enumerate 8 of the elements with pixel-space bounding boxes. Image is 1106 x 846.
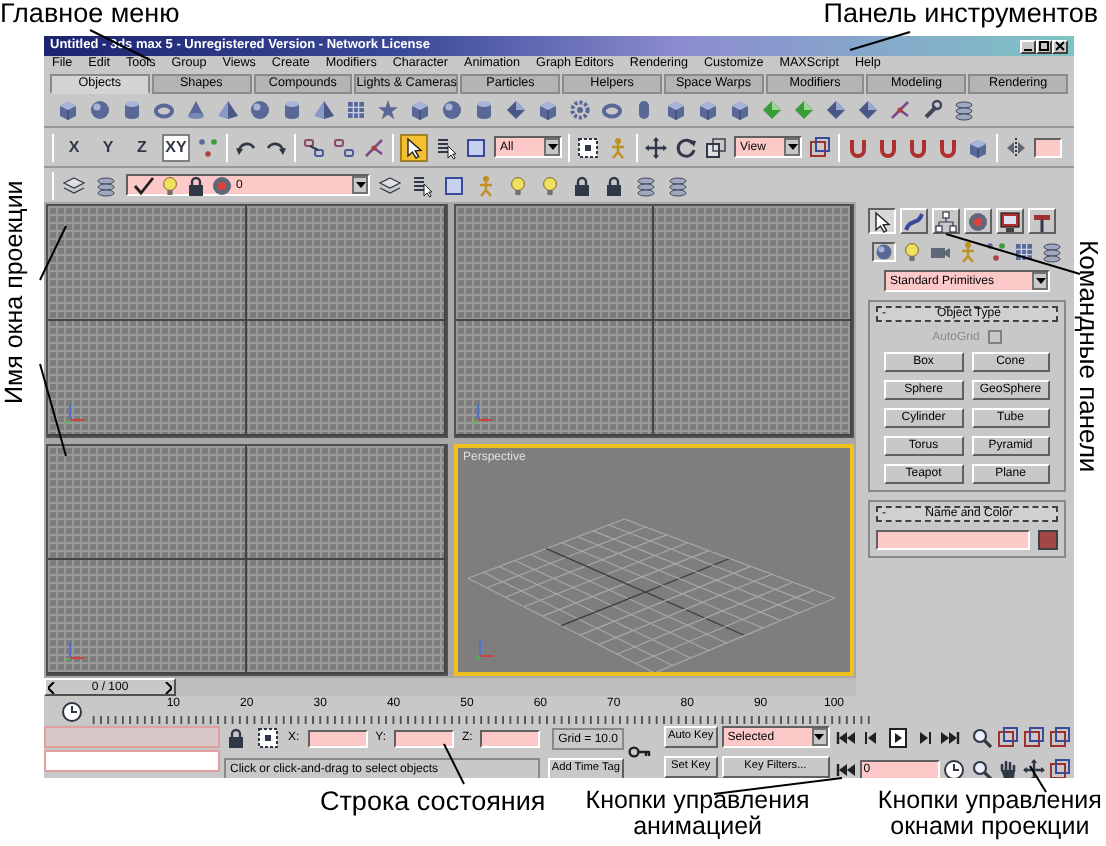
callout-label: Имя окна проекции xyxy=(0,180,30,404)
callout-label: Кнопки управления анимацией xyxy=(583,788,812,841)
callout-label: Кнопки управления окнами проекции xyxy=(875,788,1104,841)
callout-label: Строка состояния xyxy=(320,788,546,818)
callout-label: Главное меню xyxy=(0,0,180,32)
callout-label: Командные панели xyxy=(1074,240,1104,476)
callout-label: Панель инструментов xyxy=(823,0,1098,32)
axis-button[interactable]: XY xyxy=(162,133,190,161)
